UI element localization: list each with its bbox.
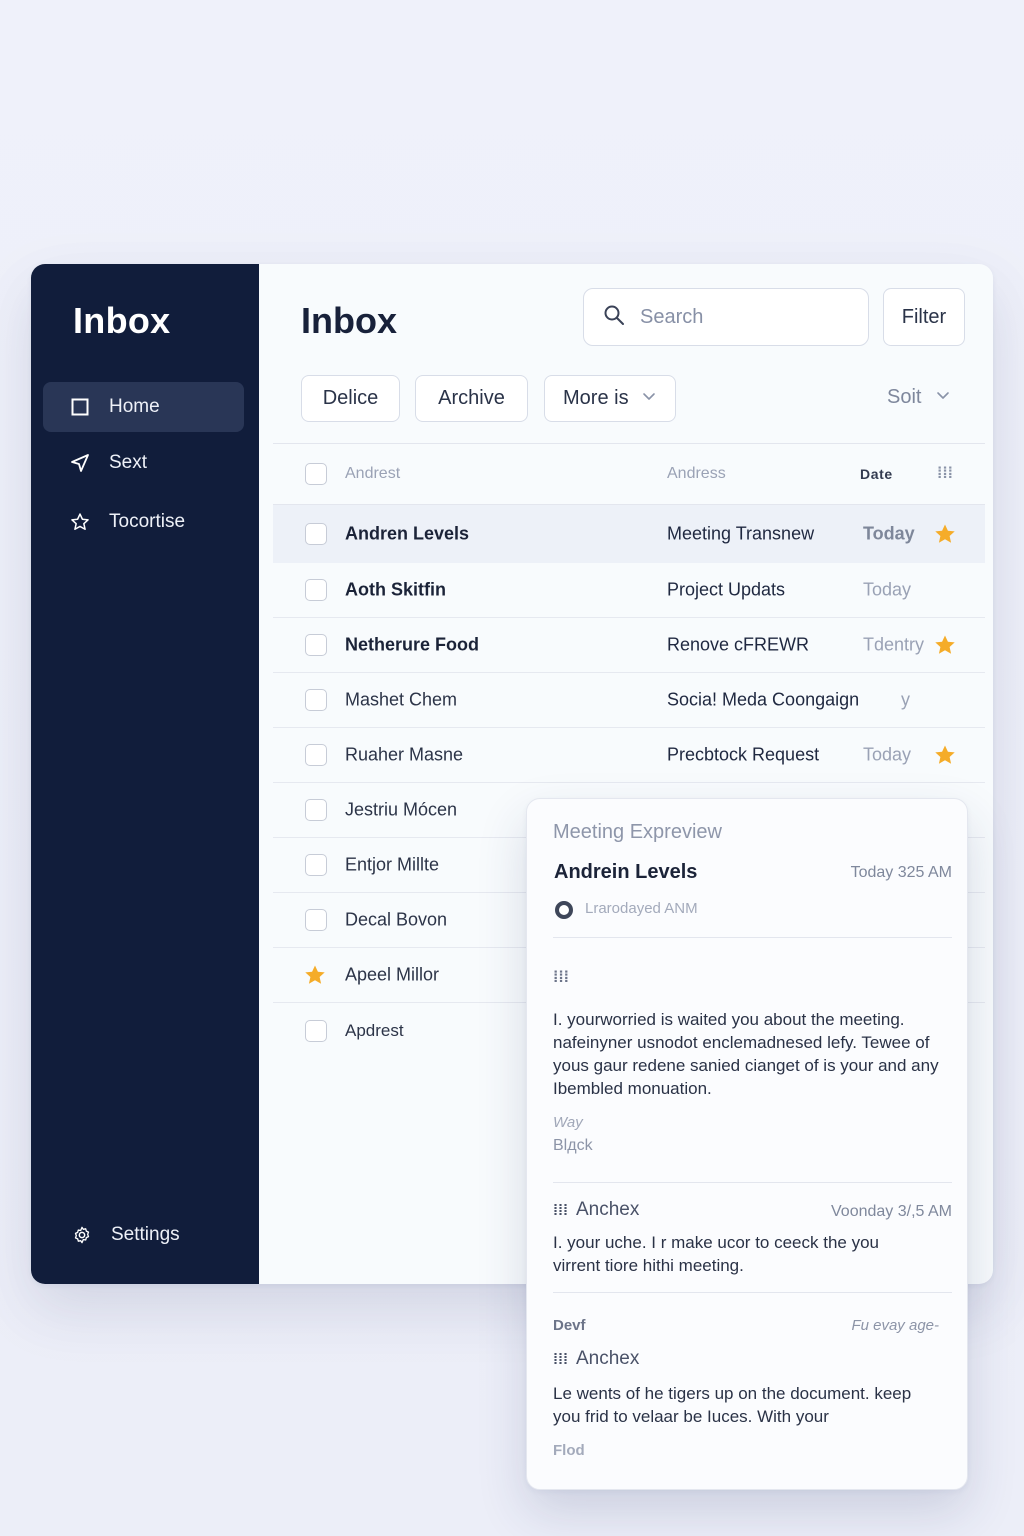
row-checkbox[interactable]	[305, 634, 327, 656]
sidebar-item-settings[interactable]: Settings	[43, 1210, 244, 1260]
row-subject: Project Updats	[667, 579, 786, 600]
column-options-icon[interactable]: ⁞⁞⁞	[937, 465, 953, 483]
reply-body: Le wents of he tigers up on the document…	[553, 1384, 912, 1426]
row-checkbox[interactable]	[305, 523, 327, 545]
sidebar-item-label: Home	[109, 396, 160, 417]
square-icon	[69, 396, 91, 418]
search-icon	[602, 303, 640, 332]
grid-icon: ⁞⁞⁞	[553, 969, 569, 986]
delete-button[interactable]: Delice	[301, 375, 400, 422]
grid-icon: ⁞⁞⁞	[553, 1202, 568, 1219]
sidebar-item-home[interactable]: Home	[43, 382, 244, 432]
sidebar-title: Inbox	[73, 300, 171, 341]
row-subject: Precbtock Request	[667, 744, 820, 765]
row-date: Today	[863, 523, 915, 544]
row-date: Tdentry	[863, 634, 925, 655]
list-header: Andrest Andress Date ⁞⁞⁞	[273, 443, 985, 505]
preview-status: Lrarodayed ANM	[585, 900, 698, 917]
row-date: y	[901, 689, 910, 710]
row-from: Decal Bovon	[345, 909, 448, 930]
row-from: Netherure Food	[345, 634, 480, 655]
row-from: Aoth Skitfin	[345, 579, 446, 600]
row-from: Apeel Millor	[345, 964, 440, 985]
star-icon[interactable]	[303, 963, 327, 987]
preview-signature: Blдck	[553, 1137, 593, 1154]
row-from: Andren Levels	[345, 523, 470, 544]
preview-note: Way	[553, 1114, 583, 1131]
sidebar-item-favorites[interactable]: Tocortise	[43, 497, 244, 547]
grid-icon: ⁞⁞⁞	[553, 1351, 568, 1368]
row-checkbox[interactable]	[305, 579, 327, 601]
divider	[553, 1182, 952, 1183]
message-preview-card[interactable]: Meeting Expreview Andrein Levels Today 3…	[526, 798, 968, 1490]
sidebar-item-label: Tocortise	[109, 511, 186, 532]
preview-sender: Andrein Levels	[554, 861, 698, 883]
column-header-from[interactable]: Andrest	[345, 465, 400, 483]
preview-timestamp: Today 325 AM	[850, 864, 952, 881]
divider	[553, 937, 952, 938]
table-row[interactable]: Mashet Chem Socia! Meda Coongaign y	[273, 673, 985, 728]
row-subject: Renove cFREWR	[667, 634, 810, 655]
sort-label: Soit	[887, 386, 922, 408]
sidebar-item-label: Sext	[109, 452, 148, 473]
reply-sender: ⁞⁞⁞ Anchex	[553, 1348, 639, 1370]
sort-dropdown[interactable]: Soit	[887, 386, 951, 409]
reply-sender-name: Anchex	[576, 1348, 640, 1369]
chevron-down-icon	[921, 386, 951, 409]
table-row[interactable]: Netherure Food Renove cFREWR Tdentry	[273, 618, 985, 673]
row-date: Today	[863, 744, 912, 765]
search-input[interactable]	[640, 305, 840, 329]
row-checkbox[interactable]	[305, 799, 327, 821]
select-all-checkbox[interactable]	[305, 463, 327, 485]
reply-footer: Flod	[553, 1442, 585, 1459]
preview-body: I. yourworried is waited you about the m…	[553, 1010, 939, 1098]
chevron-down-icon	[629, 387, 657, 410]
row-checkbox[interactable]	[305, 909, 327, 931]
filter-button[interactable]: Filter	[883, 288, 965, 346]
preview-heading: Meeting Expreview	[553, 821, 722, 843]
reply-sender-name: Anchex	[576, 1199, 640, 1220]
table-row[interactable]: Aoth Skitfin Project Updats Today	[273, 563, 985, 618]
reply-label: Devf	[553, 1317, 586, 1334]
row-from: Ruaher Masne	[345, 744, 464, 765]
row-from: Apdrest	[345, 1020, 404, 1040]
gear-icon	[71, 1224, 93, 1246]
star-icon[interactable]	[933, 522, 957, 546]
archive-button[interactable]: Archive	[415, 375, 528, 422]
page-title: Inbox	[301, 300, 397, 341]
more-dropdown[interactable]: More is	[544, 375, 676, 422]
table-row[interactable]: Andren Levels Meeting Transnew Today	[273, 505, 985, 563]
search-box[interactable]	[583, 288, 869, 346]
row-subject: Meeting Transnew	[667, 523, 815, 544]
row-from: Mashet Chem	[345, 689, 458, 710]
row-date: Today	[863, 579, 912, 600]
column-header-date[interactable]: Date	[860, 466, 893, 482]
row-from: Entjor Millte	[345, 854, 440, 875]
star-outline-icon	[69, 511, 91, 533]
sidebar: Inbox Home Sext Tocortise Settings	[31, 264, 259, 1284]
reply-timestamp: Voonday 3/,5 AM	[831, 1203, 952, 1220]
row-subject: Socia! Meda Coongaign	[667, 689, 860, 710]
table-row[interactable]: Ruaher Masne Precbtock Request Today	[273, 728, 985, 783]
radio-icon[interactable]	[555, 901, 573, 919]
send-icon	[69, 452, 91, 474]
sidebar-item-sent[interactable]: Sext	[43, 438, 244, 488]
row-checkbox[interactable]	[305, 689, 327, 711]
more-label: More is	[563, 387, 629, 409]
sidebar-item-label: Settings	[111, 1224, 180, 1245]
row-checkbox[interactable]	[305, 854, 327, 876]
row-checkbox[interactable]	[305, 1019, 327, 1042]
star-icon[interactable]	[933, 743, 957, 767]
reply-body: I. your uche. I r make ucor to ceeck the…	[553, 1233, 879, 1275]
star-icon[interactable]	[933, 633, 957, 657]
divider	[553, 1292, 952, 1293]
column-header-subject[interactable]: Andress	[667, 465, 726, 483]
reply-sender: ⁞⁞⁞ Anchex	[553, 1199, 639, 1221]
reply-stamp: Fu evay age-	[851, 1317, 939, 1334]
row-checkbox[interactable]	[305, 744, 327, 766]
row-from: Jestriu Mócen	[345, 799, 458, 820]
